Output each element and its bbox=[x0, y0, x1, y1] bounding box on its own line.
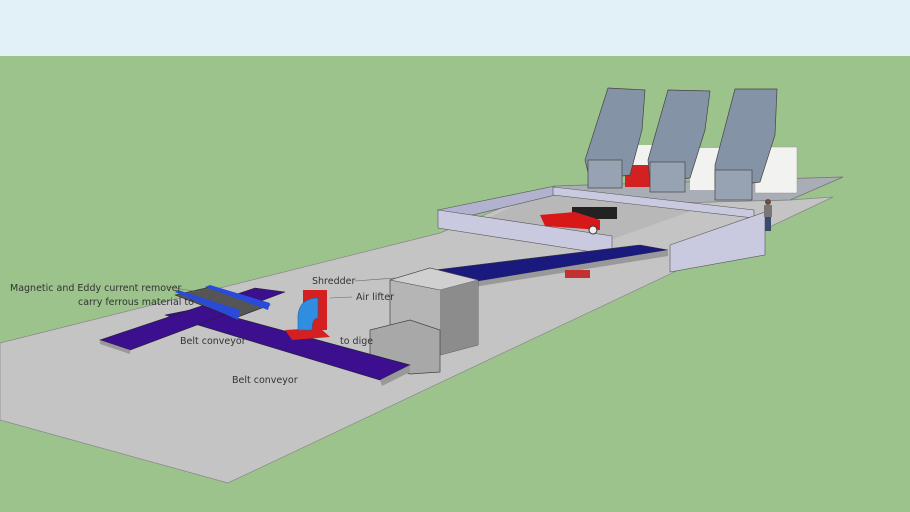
label-belt-conveyor-upper: Belt conveyor bbox=[180, 336, 246, 347]
label-belt-conveyor-lower: Belt conveyor bbox=[232, 375, 298, 386]
label-shredder: Shredder bbox=[312, 276, 355, 287]
label-carry-ferrous: carry ferrous material to bbox=[78, 297, 194, 308]
label-air-lifter: Air lifter bbox=[356, 292, 394, 303]
label-magnetic-eddy-remover: Magnetic and Eddy current remover bbox=[10, 283, 181, 294]
label-to-digester: to dige bbox=[340, 336, 373, 347]
3d-scene: Magnetic and Eddy current remover carry … bbox=[0, 0, 910, 512]
sky bbox=[0, 0, 910, 56]
